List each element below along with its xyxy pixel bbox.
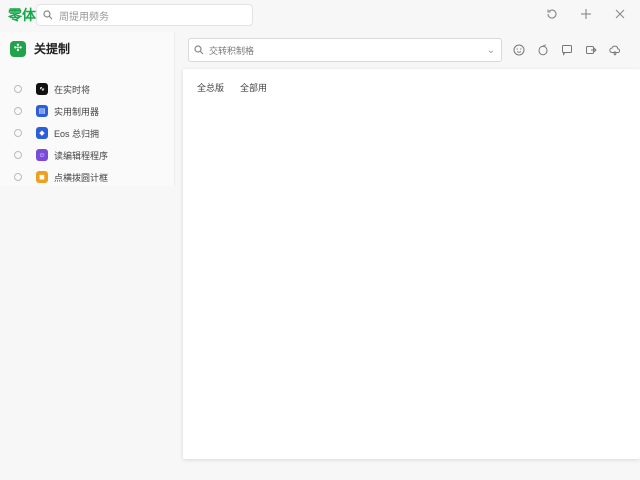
app-badge-icon: ✣: [10, 40, 26, 57]
sidebar-header: ✣ 关提制: [10, 40, 70, 57]
top-search-placeholder: 周提用频务: [59, 11, 109, 23]
radio-button[interactable]: [14, 129, 22, 137]
radio-button[interactable]: [14, 85, 22, 93]
radio-button[interactable]: [14, 173, 22, 181]
radio-button[interactable]: [14, 151, 22, 159]
sidebar-list: ∿ 在实时将 ▤ 实用制用器 ◆ Eos 总归拥 ☺ 读编辑程程序 ◼ 点横拨圆…: [14, 78, 108, 188]
tab-bar: 全总版 全部用: [197, 81, 267, 94]
app-icon: ☺: [36, 149, 48, 161]
main-search-select[interactable]: 交转积制格 ⌄: [188, 38, 502, 62]
sidebar-item[interactable]: ◼ 点横拨圆计框: [14, 166, 108, 188]
search-icon: [37, 10, 59, 20]
cloud-icon[interactable]: [608, 40, 622, 60]
sidebar-item-label: 点横拨圆计框: [54, 172, 109, 183]
top-search-input[interactable]: 周提用频务: [36, 4, 253, 26]
sidebar-item[interactable]: ◆ Eos 总归拥: [14, 122, 108, 144]
add-icon[interactable]: [578, 4, 594, 24]
tab-0[interactable]: 全总版: [197, 81, 224, 94]
main-search-placeholder: 交转积制格: [209, 45, 255, 56]
app-icon: ◼: [36, 171, 48, 183]
sidebar-item-label: 实用制用器: [54, 106, 100, 117]
app-logo: 零体: [8, 7, 36, 23]
close-icon[interactable]: [612, 4, 628, 24]
sidebar-item[interactable]: ☺ 读编辑程程序: [14, 144, 108, 166]
radio-button[interactable]: [14, 107, 22, 115]
app-icon: ▤: [36, 105, 48, 117]
sidebar-item[interactable]: ▤ 实用制用器: [14, 100, 108, 122]
smile-icon[interactable]: [512, 40, 526, 60]
window-controls: [544, 4, 628, 24]
sidebar: ✣ 关提制 ∿ 在实时将 ▤ 实用制用器 ◆ Eos 总归拥 ☺ 读编辑程程序 …: [0, 32, 175, 186]
chat-icon[interactable]: [560, 40, 574, 60]
app-icon: ◆: [36, 127, 48, 139]
app-icon: ∿: [36, 83, 48, 95]
sidebar-item-label: 在实时将: [54, 84, 91, 95]
sidebar-title: 关提制: [34, 42, 71, 56]
export-icon[interactable]: [584, 40, 598, 60]
toolbar-icons: [512, 40, 622, 60]
content-panel: 全总版 全部用: [183, 69, 640, 459]
sidebar-item-label: Eos 总归拥: [54, 128, 100, 139]
refresh-icon[interactable]: [544, 4, 560, 24]
tab-1[interactable]: 全部用: [240, 81, 267, 94]
sidebar-item[interactable]: ∿ 在实时将: [14, 78, 108, 100]
chevron-down-icon[interactable]: ⌄: [481, 45, 501, 56]
sidebar-item-label: 读编辑程程序: [54, 150, 109, 161]
lemon-icon[interactable]: [536, 40, 550, 60]
search-icon: [189, 45, 209, 55]
